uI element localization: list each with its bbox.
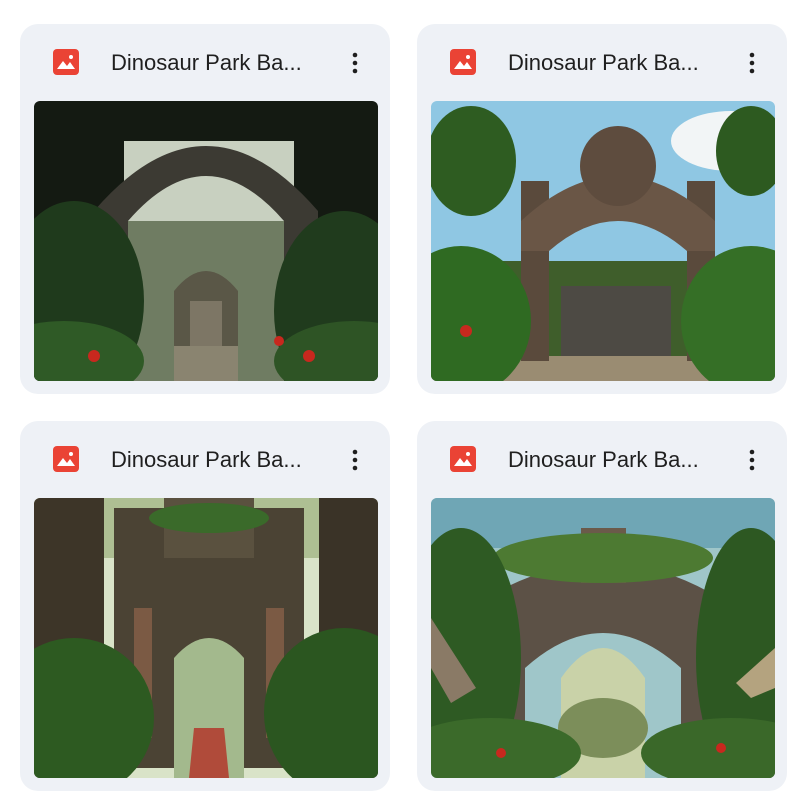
image-thumbnail[interactable] <box>34 101 378 381</box>
file-card-header: Dinosaur Park Ba... <box>20 421 390 498</box>
image-file-icon <box>53 49 79 75</box>
image-file-icon <box>53 446 79 472</box>
file-name: Dinosaur Park Ba... <box>508 50 699 75</box>
file-name: Dinosaur Park Ba... <box>508 447 699 472</box>
image-thumbnail[interactable] <box>431 101 775 381</box>
file-card[interactable]: Dinosaur Park Ba... <box>417 421 787 791</box>
image-file-icon <box>450 446 476 472</box>
file-name: Dinosaur Park Ba... <box>111 447 302 472</box>
more-vert-icon[interactable] <box>341 444 369 476</box>
more-vert-icon[interactable] <box>738 47 766 79</box>
file-card[interactable]: Dinosaur Park Ba... <box>417 24 787 394</box>
image-thumbnail[interactable] <box>431 498 775 778</box>
file-card-header: Dinosaur Park Ba... <box>417 421 787 498</box>
image-file-icon <box>450 49 476 75</box>
file-card-header: Dinosaur Park Ba... <box>20 24 390 101</box>
file-card-header: Dinosaur Park Ba... <box>417 24 787 101</box>
file-name: Dinosaur Park Ba... <box>111 50 302 75</box>
image-thumbnail[interactable] <box>34 498 378 778</box>
file-card[interactable]: Dinosaur Park Ba... <box>20 421 390 791</box>
file-card[interactable]: Dinosaur Park Ba... <box>20 24 390 394</box>
more-vert-icon[interactable] <box>341 47 369 79</box>
more-vert-icon[interactable] <box>738 444 766 476</box>
